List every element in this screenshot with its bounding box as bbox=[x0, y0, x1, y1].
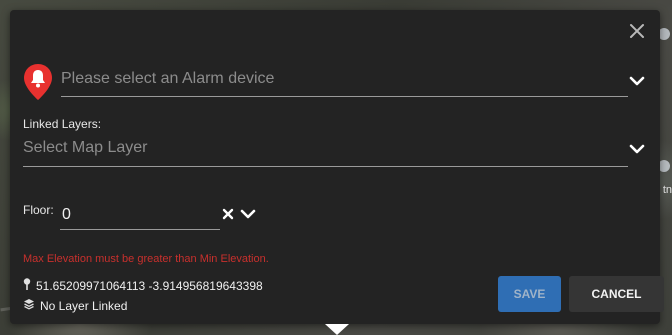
floor-input[interactable] bbox=[60, 200, 220, 230]
bell-marker-icon bbox=[22, 62, 54, 102]
alarm-link-dialog: Please select an Alarm device Linked Lay… bbox=[10, 10, 664, 324]
linked-layers-label: Linked Layers: bbox=[23, 117, 102, 131]
location-pin-icon bbox=[23, 278, 31, 293]
floor-label: Floor: bbox=[23, 203, 54, 217]
chevron-down-icon[interactable] bbox=[629, 142, 645, 154]
chevron-down-icon[interactable] bbox=[240, 207, 256, 219]
map-layer-select[interactable]: Select Map Layer bbox=[23, 139, 148, 157]
save-button[interactable]: SAVE bbox=[498, 276, 561, 312]
alarm-device-underline bbox=[61, 96, 628, 97]
coordinates-text: 51.65209971064113 -3.914956819643398 bbox=[36, 278, 263, 293]
map-place-label: tn bbox=[662, 184, 672, 196]
map-layer-underline bbox=[23, 166, 628, 167]
layers-icon bbox=[23, 298, 35, 313]
coordinates-row: 51.65209971064113 -3.914956819643398 bbox=[23, 278, 263, 293]
alarm-device-select[interactable]: Please select an Alarm device bbox=[61, 70, 274, 88]
close-icon[interactable] bbox=[627, 21, 647, 41]
chevron-down-icon[interactable] bbox=[629, 74, 645, 86]
clear-icon[interactable] bbox=[222, 207, 234, 220]
cancel-button[interactable]: CANCEL bbox=[569, 276, 664, 312]
elevation-error-message: Max Elevation must be greater than Min E… bbox=[23, 253, 269, 265]
layer-status-row: No Layer Linked bbox=[23, 298, 127, 313]
dialog-pointer-arrow bbox=[325, 324, 349, 335]
layer-status-text: No Layer Linked bbox=[40, 298, 128, 313]
